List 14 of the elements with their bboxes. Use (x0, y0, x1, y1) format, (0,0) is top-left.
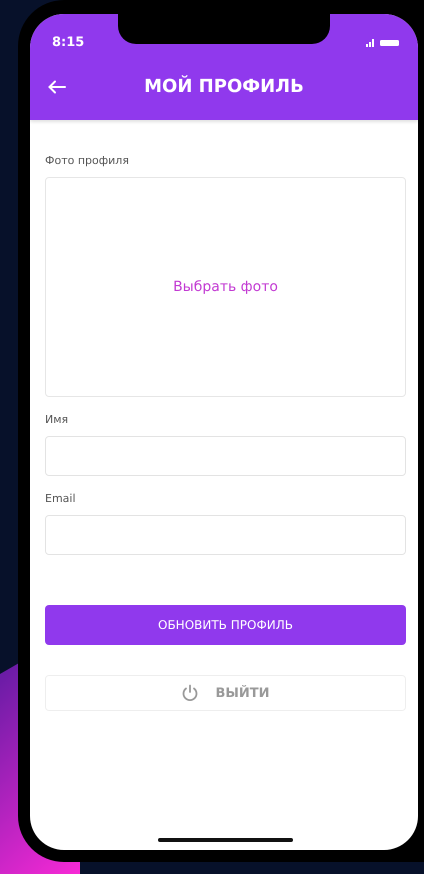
input-field[interactable] (45, 515, 406, 555)
logout-button[interactable]: ВЫЙТИ (45, 675, 406, 711)
field-label: Фото профиля (45, 154, 130, 167)
update-profile-button[interactable]: ОБНОВИТЬ ПРОФИЛЬ (45, 605, 406, 645)
field-label: Имя (45, 413, 70, 426)
photo-picker[interactable]: Выбрать фото (45, 177, 406, 397)
signal-battery-icon (366, 37, 400, 47)
screen-title: МОЙ ПРОФИЛЬ (144, 76, 304, 97)
back-arrow-icon[interactable] (48, 80, 66, 94)
power-icon (181, 684, 200, 702)
field-label: Email (45, 492, 77, 505)
input-field[interactable] (45, 436, 406, 476)
status-time: 8:15 (52, 34, 84, 50)
choose-photo-link[interactable]: Выбрать фото (173, 279, 278, 295)
